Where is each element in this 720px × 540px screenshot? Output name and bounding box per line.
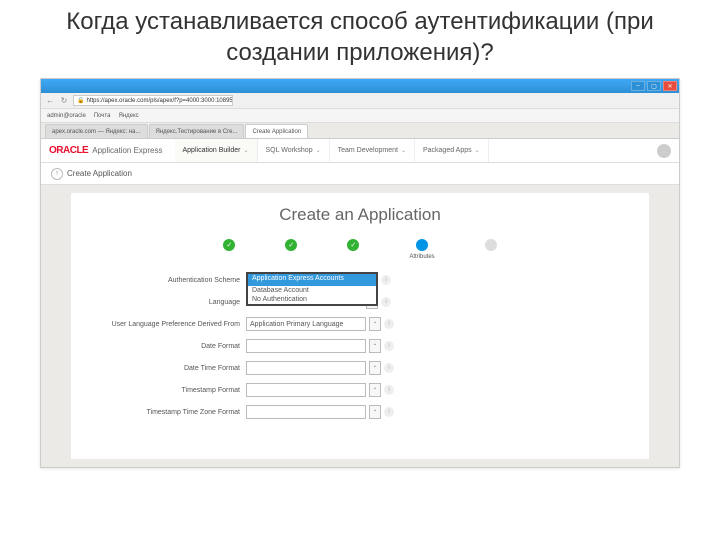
dropdown-option[interactable]: No Authentication — [248, 295, 376, 304]
timestamp-format-input[interactable] — [246, 383, 366, 397]
breadcrumb-text: Create Application — [67, 169, 132, 178]
browser-tab-active[interactable]: Create Application — [245, 124, 308, 138]
wizard-steps: ✓ ✓ ✓ Attributes — [71, 239, 649, 262]
panel-title: Create an Application — [71, 205, 649, 225]
field-label: Timestamp Time Zone Format — [91, 409, 246, 417]
help-icon[interactable]: i — [384, 341, 394, 351]
oracle-logo: ORACLE — [49, 145, 88, 156]
bookmark-item[interactable]: Почта — [94, 113, 111, 119]
field-label: Timestamp Format — [91, 387, 246, 395]
field-label: Language — [91, 299, 246, 307]
browser-tab[interactable]: Яндекс.Тестирование в Cre... — [149, 124, 245, 138]
form-row-timestamp-tz-format: Timestamp Time Zone Format ⌃i — [91, 404, 599, 420]
help-icon[interactable]: i — [384, 319, 394, 329]
attributes-form: Authentication Scheme Application Expres… — [71, 272, 649, 420]
check-icon: ✓ — [223, 239, 235, 251]
oracle-nav-bar: ORACLE Application Express Application B… — [41, 139, 679, 163]
nav-back-icon[interactable]: ← — [45, 96, 55, 106]
timestamp-tz-format-input[interactable] — [246, 405, 366, 419]
nav-tab-label: Team Development — [338, 147, 398, 154]
help-icon[interactable]: i — [381, 297, 391, 307]
help-icon[interactable]: i — [381, 275, 391, 285]
step-label: Attributes — [409, 254, 434, 262]
window-close-button[interactable]: ✕ — [663, 81, 677, 91]
window-maximize-button[interactable]: ▢ — [647, 81, 661, 91]
window-minimize-button[interactable]: – — [631, 81, 645, 91]
step-pending-icon — [485, 239, 497, 251]
nav-reload-icon[interactable]: ↻ — [59, 96, 69, 106]
dropdown-option[interactable]: Database Account — [248, 286, 376, 295]
form-row-datetime-format: Date Time Format ⌃i — [91, 360, 599, 376]
create-app-panel: Create an Application ✓ ✓ ✓ Attributes A… — [71, 193, 649, 459]
nav-tab-label: Application Builder — [183, 147, 241, 154]
field-label: Date Time Format — [91, 365, 246, 373]
select-arrow-icon[interactable]: ⌃ — [369, 317, 381, 331]
step-active-icon — [416, 239, 428, 251]
dropdown-list: Database Account No Authentication — [246, 286, 378, 306]
help-icon[interactable]: i — [384, 407, 394, 417]
up-arrow-icon[interactable]: ↑ — [51, 168, 63, 180]
derived-select[interactable]: Application Primary Language — [246, 317, 366, 331]
wizard-step[interactable] — [485, 239, 497, 262]
wizard-step-active[interactable]: Attributes — [409, 239, 434, 262]
bookmark-item[interactable]: Яндекс — [118, 113, 138, 119]
bookmark-item[interactable]: admin@oracle — [47, 113, 86, 119]
help-icon[interactable]: i — [384, 363, 394, 373]
user-avatar[interactable] — [657, 144, 671, 158]
wizard-step[interactable]: ✓ — [285, 239, 297, 262]
window-titlebar: – ▢ ✕ — [41, 79, 679, 93]
nav-tab-sql-workshop[interactable]: SQL Workshop ⌄ — [258, 139, 330, 162]
nav-tab-packaged-apps[interactable]: Packaged Apps ⌄ — [415, 139, 489, 162]
chevron-down-icon: ⌄ — [316, 147, 321, 154]
check-icon: ✓ — [285, 239, 297, 251]
wizard-step[interactable]: ✓ — [223, 239, 235, 262]
datetime-format-input[interactable] — [246, 361, 366, 375]
nav-tab-application-builder[interactable]: Application Builder ⌄ — [175, 139, 258, 162]
chevron-down-icon: ⌄ — [401, 147, 406, 154]
select-arrow-icon[interactable]: ⌃ — [369, 383, 381, 397]
chevron-down-icon: ⌄ — [475, 147, 480, 154]
form-row-timestamp-format: Timestamp Format ⌃i — [91, 382, 599, 398]
authentication-scheme-select[interactable]: Application Express Accounts Database Ac… — [246, 272, 378, 288]
field-label: User Language Preference Derived From — [91, 321, 246, 329]
form-row-derived: User Language Preference Derived From Ap… — [91, 316, 599, 332]
content-area: Create an Application ✓ ✓ ✓ Attributes A… — [41, 185, 679, 467]
browser-window: – ▢ ✕ ← ↻ 🔒 https://apex.oracle.com/pls/… — [40, 78, 680, 468]
help-icon[interactable]: i — [384, 385, 394, 395]
breadcrumb: ↑ Create Application — [41, 163, 679, 185]
browser-tab[interactable]: apex.oracle.com — Яндекс: на... — [45, 124, 148, 138]
lock-icon: 🔒 — [77, 97, 84, 104]
field-label: Date Format — [91, 343, 246, 351]
url-input[interactable]: 🔒 https://apex.oracle.com/pls/apex/f?p=4… — [73, 95, 233, 106]
browser-tabs: apex.oracle.com — Яндекс: на... Яндекс.Т… — [41, 123, 679, 139]
form-row-date-format: Date Format ⌃i — [91, 338, 599, 354]
nav-tab-team-development[interactable]: Team Development ⌄ — [330, 139, 415, 162]
dropdown-option-selected[interactable]: Application Express Accounts — [248, 274, 376, 286]
select-arrow-icon[interactable]: ⌃ — [369, 361, 381, 375]
product-label: Application Express — [92, 146, 162, 155]
date-format-input[interactable] — [246, 339, 366, 353]
check-icon: ✓ — [347, 239, 359, 251]
nav-tab-label: SQL Workshop — [266, 147, 313, 154]
select-arrow-icon[interactable]: ⌃ — [369, 405, 381, 419]
slide-title: Когда устанавливается способ аутентифика… — [0, 0, 720, 78]
form-row-auth: Authentication Scheme Application Expres… — [91, 272, 599, 288]
nav-tab-label: Packaged Apps — [423, 147, 472, 154]
address-bar: ← ↻ 🔒 https://apex.oracle.com/pls/apex/f… — [41, 93, 679, 109]
chevron-down-icon: ⌄ — [243, 147, 248, 154]
field-label: Authentication Scheme — [91, 277, 246, 285]
select-arrow-icon[interactable]: ⌃ — [369, 339, 381, 353]
bookmark-bar: admin@oracle Почта Яндекс — [41, 109, 679, 123]
url-text: https://apex.oracle.com/pls/apex/f?p=400… — [86, 98, 233, 104]
wizard-step[interactable]: ✓ — [347, 239, 359, 262]
